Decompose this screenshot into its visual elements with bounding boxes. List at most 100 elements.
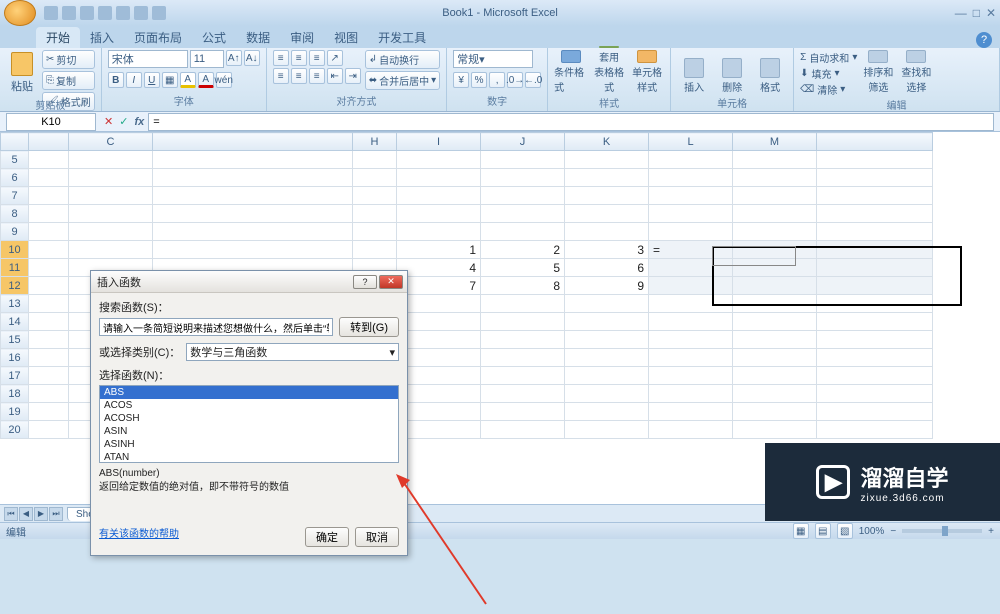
sort-filter-button[interactable]: 排序和 筛选 [861, 50, 895, 94]
tab-view[interactable]: 视图 [324, 27, 368, 48]
clear-button[interactable]: ⌫ 清除 ▾ [800, 82, 857, 96]
cell[interactable] [733, 403, 817, 421]
merge-center-button[interactable]: ⬌ 合并后居中 ▾ [365, 71, 440, 90]
row-header[interactable]: 17 [1, 367, 29, 385]
dialog-close-icon[interactable]: ✕ [379, 275, 403, 289]
align-bot-icon[interactable]: ≡ [309, 50, 325, 66]
cell[interactable] [29, 187, 69, 205]
paste-button[interactable]: 粘贴 [6, 50, 38, 94]
go-button[interactable]: 转到(G) [339, 317, 399, 337]
cell[interactable] [565, 169, 649, 187]
cell[interactable] [817, 385, 933, 403]
font-color-icon[interactable]: A [198, 72, 214, 88]
indent-inc-icon[interactable]: ⇥ [345, 68, 361, 84]
cell[interactable] [29, 241, 69, 259]
cell[interactable] [481, 169, 565, 187]
formula-bar[interactable]: = [148, 113, 994, 131]
cell[interactable] [733, 169, 817, 187]
cell[interactable] [153, 151, 353, 169]
cell[interactable] [733, 313, 817, 331]
function-help-link[interactable]: 有关该函数的帮助 [99, 525, 179, 540]
cell[interactable] [153, 187, 353, 205]
select-all-corner[interactable] [1, 133, 29, 151]
bold-button[interactable]: B [108, 72, 124, 88]
col-header[interactable]: H [353, 133, 397, 151]
tab-layout[interactable]: 页面布局 [124, 27, 192, 48]
cell[interactable] [69, 151, 153, 169]
cell[interactable] [481, 385, 565, 403]
fill-color-icon[interactable]: A [180, 72, 196, 88]
cell[interactable] [153, 241, 353, 259]
cell[interactable] [817, 205, 933, 223]
row-header[interactable]: 13 [1, 295, 29, 313]
cell[interactable] [69, 187, 153, 205]
cell[interactable] [397, 223, 481, 241]
cell[interactable]: 9 [565, 277, 649, 295]
cell[interactable] [733, 421, 817, 439]
zoom-in-icon[interactable]: + [988, 526, 994, 537]
cell[interactable] [565, 403, 649, 421]
zoom-level[interactable]: 100% [859, 526, 885, 537]
cell[interactable] [481, 313, 565, 331]
cell[interactable]: 7 [397, 277, 481, 295]
sheet-nav-next-icon[interactable]: ▶ [34, 507, 48, 521]
col-header[interactable]: L [649, 133, 733, 151]
autosum-button[interactable]: Σ 自动求和 ▾ [800, 50, 857, 64]
cell[interactable] [565, 187, 649, 205]
cell[interactable] [481, 349, 565, 367]
row-header[interactable]: 9 [1, 223, 29, 241]
cell[interactable] [733, 187, 817, 205]
row-header[interactable]: 14 [1, 313, 29, 331]
cell[interactable] [733, 367, 817, 385]
cell[interactable] [397, 205, 481, 223]
zoom-out-icon[interactable]: − [890, 526, 896, 537]
cell-styles-button[interactable]: 单元格 样式 [630, 50, 664, 94]
decrease-font-icon[interactable]: A↓ [244, 50, 260, 66]
number-format-select[interactable]: 常规 ▾ [453, 50, 533, 68]
cell[interactable] [649, 259, 733, 277]
cell[interactable] [29, 151, 69, 169]
cell[interactable] [353, 187, 397, 205]
cell[interactable] [353, 241, 397, 259]
cell[interactable] [29, 205, 69, 223]
italic-button[interactable]: I [126, 72, 142, 88]
cell[interactable] [29, 259, 69, 277]
cell[interactable] [817, 187, 933, 205]
function-item[interactable]: ASIN [100, 425, 398, 438]
phonetic-icon[interactable]: wén [216, 72, 232, 88]
cell[interactable]: 1 [397, 241, 481, 259]
row-header[interactable]: 12 [1, 277, 29, 295]
percent-icon[interactable]: % [471, 72, 487, 88]
cell[interactable]: 6 [565, 259, 649, 277]
cell[interactable] [565, 385, 649, 403]
cell[interactable] [153, 205, 353, 223]
cell[interactable] [565, 367, 649, 385]
tab-insert[interactable]: 插入 [80, 27, 124, 48]
cell[interactable] [481, 403, 565, 421]
cancel-button[interactable]: 取消 [355, 527, 399, 547]
cell[interactable] [353, 205, 397, 223]
cell[interactable] [817, 259, 933, 277]
insert-function-icon[interactable]: fx [134, 116, 144, 128]
col-header[interactable] [153, 133, 353, 151]
font-name-select[interactable]: 宋体 [108, 50, 188, 68]
dec-decimal-icon[interactable]: ←.0 [525, 72, 541, 88]
row-header[interactable]: 20 [1, 421, 29, 439]
cell[interactable] [353, 151, 397, 169]
cell[interactable] [29, 367, 69, 385]
cell[interactable] [565, 223, 649, 241]
cell[interactable] [69, 205, 153, 223]
comma-icon[interactable]: , [489, 72, 505, 88]
function-list[interactable]: ABS ACOS ACOSH ASIN ASINH ATAN ATAN2 [99, 385, 399, 463]
cell[interactable] [733, 205, 817, 223]
sheet-nav-last-icon[interactable]: ⏭ [49, 507, 63, 521]
cell[interactable] [29, 313, 69, 331]
cell[interactable] [733, 151, 817, 169]
cell[interactable]: = [649, 241, 733, 259]
dialog-titlebar[interactable]: 插入函数 ? ✕ [91, 271, 407, 293]
cell[interactable] [153, 169, 353, 187]
cell[interactable] [397, 187, 481, 205]
cell[interactable] [397, 331, 481, 349]
tab-data[interactable]: 数据 [236, 27, 280, 48]
cell[interactable] [397, 403, 481, 421]
